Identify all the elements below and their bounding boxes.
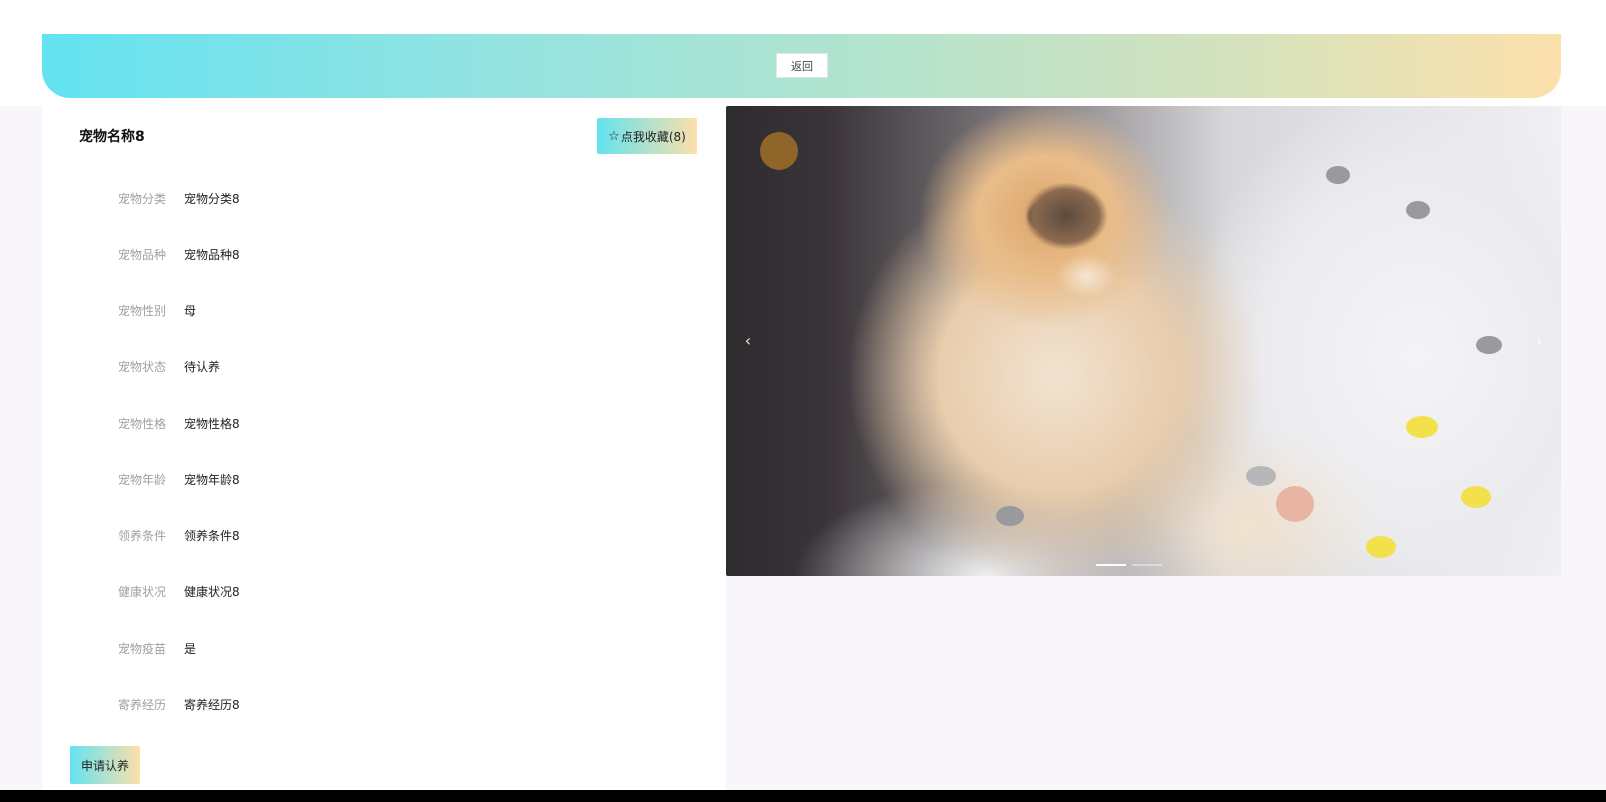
info-label: 宠物年龄 xyxy=(117,472,166,487)
carousel-indicators xyxy=(1096,564,1162,566)
carousel-indicator-2[interactable] xyxy=(1132,564,1162,566)
info-row-gender: 宠物性别 母 xyxy=(0,300,700,320)
info-row-vaccine: 宠物疫苗 是 xyxy=(0,638,700,658)
info-value: 寄养经历8 xyxy=(184,697,240,712)
screen-bottom-bar xyxy=(0,790,1606,802)
info-label: 宠物分类 xyxy=(117,191,166,206)
carousel-indicator-1[interactable] xyxy=(1096,564,1126,566)
pet-detail-panel xyxy=(42,106,726,790)
info-row-category: 宠物分类 宠物分类8 xyxy=(0,188,700,208)
info-label: 健康状况 xyxy=(117,584,166,599)
info-label: 宠物疫苗 xyxy=(117,641,166,656)
blanket-pattern xyxy=(1406,201,1430,219)
pet-name-title: 宠物名称8 xyxy=(79,129,145,145)
pet-photo xyxy=(726,106,1561,576)
info-row-status: 宠物状态 待认养 xyxy=(0,356,700,376)
pet-photo-carousel[interactable]: ‹ › xyxy=(726,106,1561,576)
info-label: 宠物性别 xyxy=(117,303,166,318)
favorite-button[interactable]: ☆ 点我收藏(8) xyxy=(597,118,697,154)
info-value: 领养条件8 xyxy=(184,528,240,543)
star-outline-icon: ☆ xyxy=(608,128,620,144)
blanket-pattern xyxy=(1406,416,1438,438)
blanket-pattern xyxy=(1461,486,1491,508)
blanket-pattern xyxy=(1326,166,1350,184)
info-value: 健康状况8 xyxy=(184,584,240,599)
info-value: 宠物品种8 xyxy=(184,247,240,262)
blanket-pattern xyxy=(1476,336,1502,354)
info-value: 是 xyxy=(184,641,197,656)
carousel-next-arrow[interactable]: › xyxy=(1529,328,1549,352)
info-row-age: 宠物年龄 宠物年龄8 xyxy=(0,469,700,489)
info-label: 宠物状态 xyxy=(117,359,166,374)
info-value: 宠物性格8 xyxy=(184,416,240,431)
info-value: 待认养 xyxy=(184,359,221,374)
favorite-button-label: 点我收藏(8) xyxy=(620,129,686,144)
info-row-foster-history: 寄养经历 寄养经历8 xyxy=(0,694,700,714)
info-row-conditions: 领养条件 领养条件8 xyxy=(0,525,700,545)
info-label: 寄养经历 xyxy=(117,697,166,712)
back-button[interactable]: 返回 xyxy=(776,53,828,78)
info-label: 领养条件 xyxy=(117,528,166,543)
blanket-pattern xyxy=(996,506,1024,526)
info-label: 宠物品种 xyxy=(117,247,166,262)
info-row-personality: 宠物性格 宠物性格8 xyxy=(0,413,700,433)
apply-adopt-button[interactable]: 申请认养 xyxy=(70,746,140,784)
blanket-pattern xyxy=(1366,536,1396,558)
info-value: 宠物分类8 xyxy=(184,191,240,206)
baby-hand xyxy=(1276,486,1314,522)
info-row-breed: 宠物品种 宠物品种8 xyxy=(0,244,700,264)
info-row-health: 健康状况 健康状况8 xyxy=(0,581,700,601)
info-label: 宠物性格 xyxy=(117,416,166,431)
carousel-prev-arrow[interactable]: ‹ xyxy=(738,328,758,352)
blanket-pattern xyxy=(1246,466,1276,486)
info-value: 宠物年龄8 xyxy=(184,472,240,487)
info-value: 母 xyxy=(184,303,197,318)
cursor-highlight xyxy=(760,132,798,170)
